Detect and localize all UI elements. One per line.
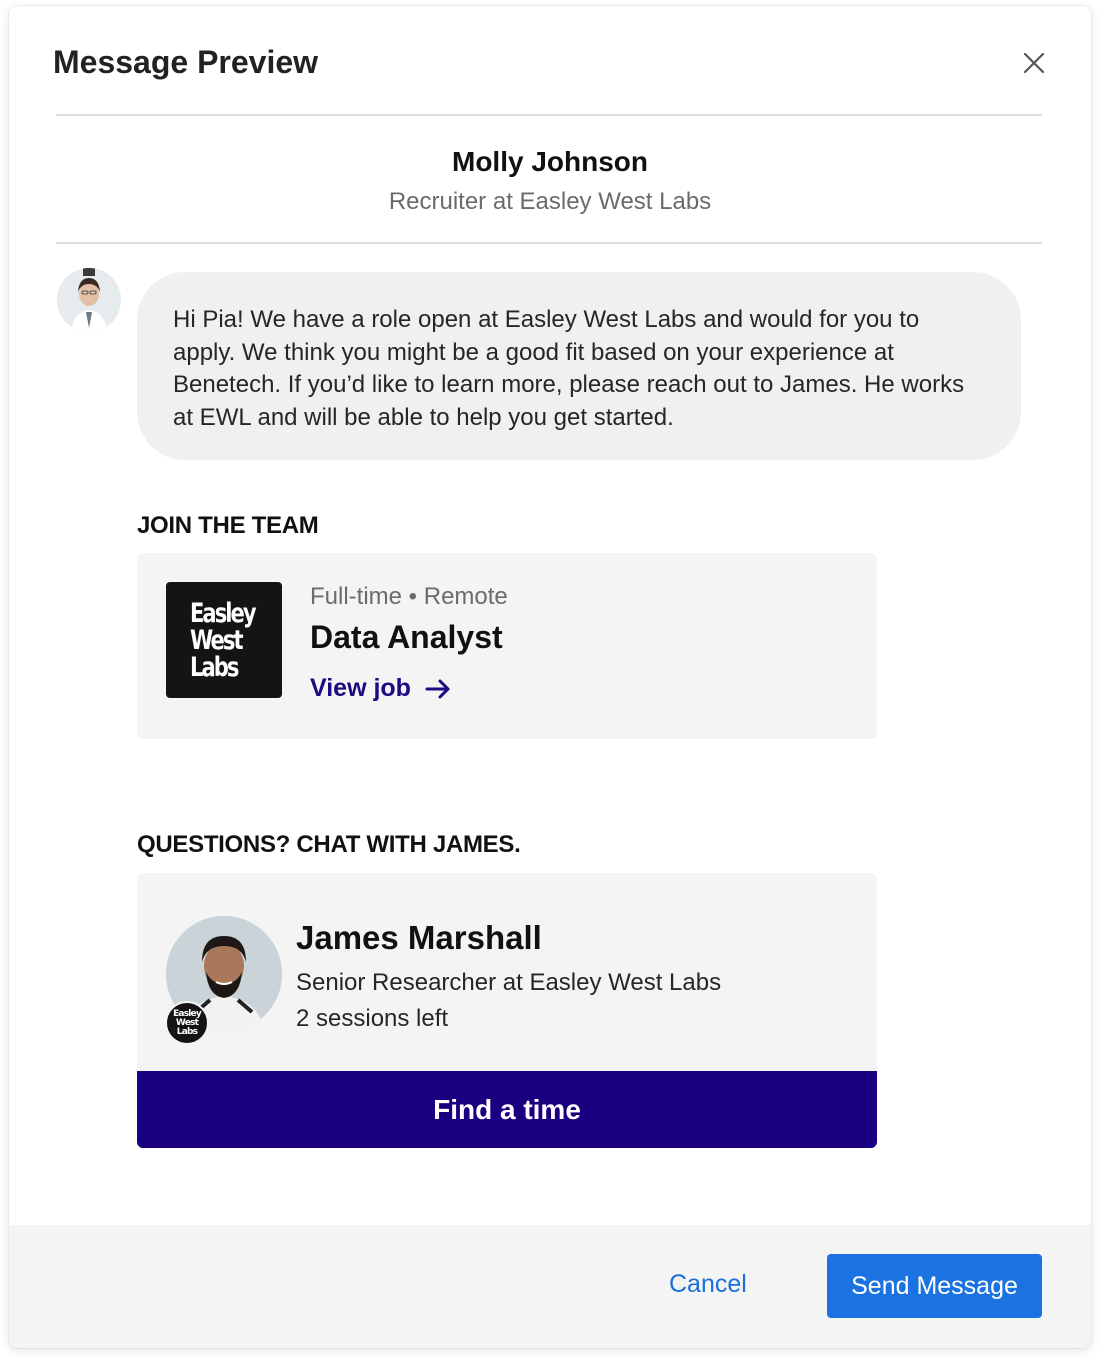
sessions-remaining: 2 sessions left [296, 1005, 449, 1032]
find-a-time-button[interactable]: Find a time [137, 1071, 877, 1148]
message-bubble: Hi Pia! We have a role open at Easley We… [137, 272, 1021, 460]
sender-role: Recruiter at Easley West Labs [388, 188, 712, 215]
sender-divider [56, 242, 1042, 244]
close-icon [1023, 52, 1045, 74]
job-card: Easley West Labs Full-time • Remote Data… [137, 553, 877, 739]
job-meta: Full-time • Remote [310, 583, 508, 610]
join-team-heading: JOIN THE TEAM [137, 512, 319, 539]
company-logo: Easley West Labs [166, 582, 282, 698]
cancel-button[interactable]: Cancel [669, 1270, 747, 1299]
contact-role: Senior Researcher at Easley West Labs [296, 969, 722, 996]
close-button[interactable] [1017, 46, 1051, 80]
message-preview-modal: Message Preview Molly Johnson Recruiter … [9, 6, 1091, 1348]
modal-title: Message Preview [53, 44, 319, 80]
arrow-right-icon [425, 679, 451, 699]
send-message-button[interactable]: Send Message [827, 1254, 1042, 1318]
view-job-label: View job [310, 674, 411, 702]
sender-name: Molly Johnson [452, 146, 648, 177]
job-title: Data Analyst [310, 619, 503, 655]
header-divider [56, 114, 1042, 116]
contact-card: Easley West Labs James Marshall Senior R… [137, 873, 877, 1148]
contact-name: James Marshall [296, 919, 542, 956]
company-badge: Easley West Labs [165, 1001, 209, 1045]
sender-avatar [57, 268, 121, 332]
questions-heading: QUESTIONS? CHAT WITH JAMES. [137, 831, 521, 858]
modal-footer: Cancel Send Message [9, 1225, 1091, 1348]
view-job-link[interactable]: View job [310, 674, 451, 703]
